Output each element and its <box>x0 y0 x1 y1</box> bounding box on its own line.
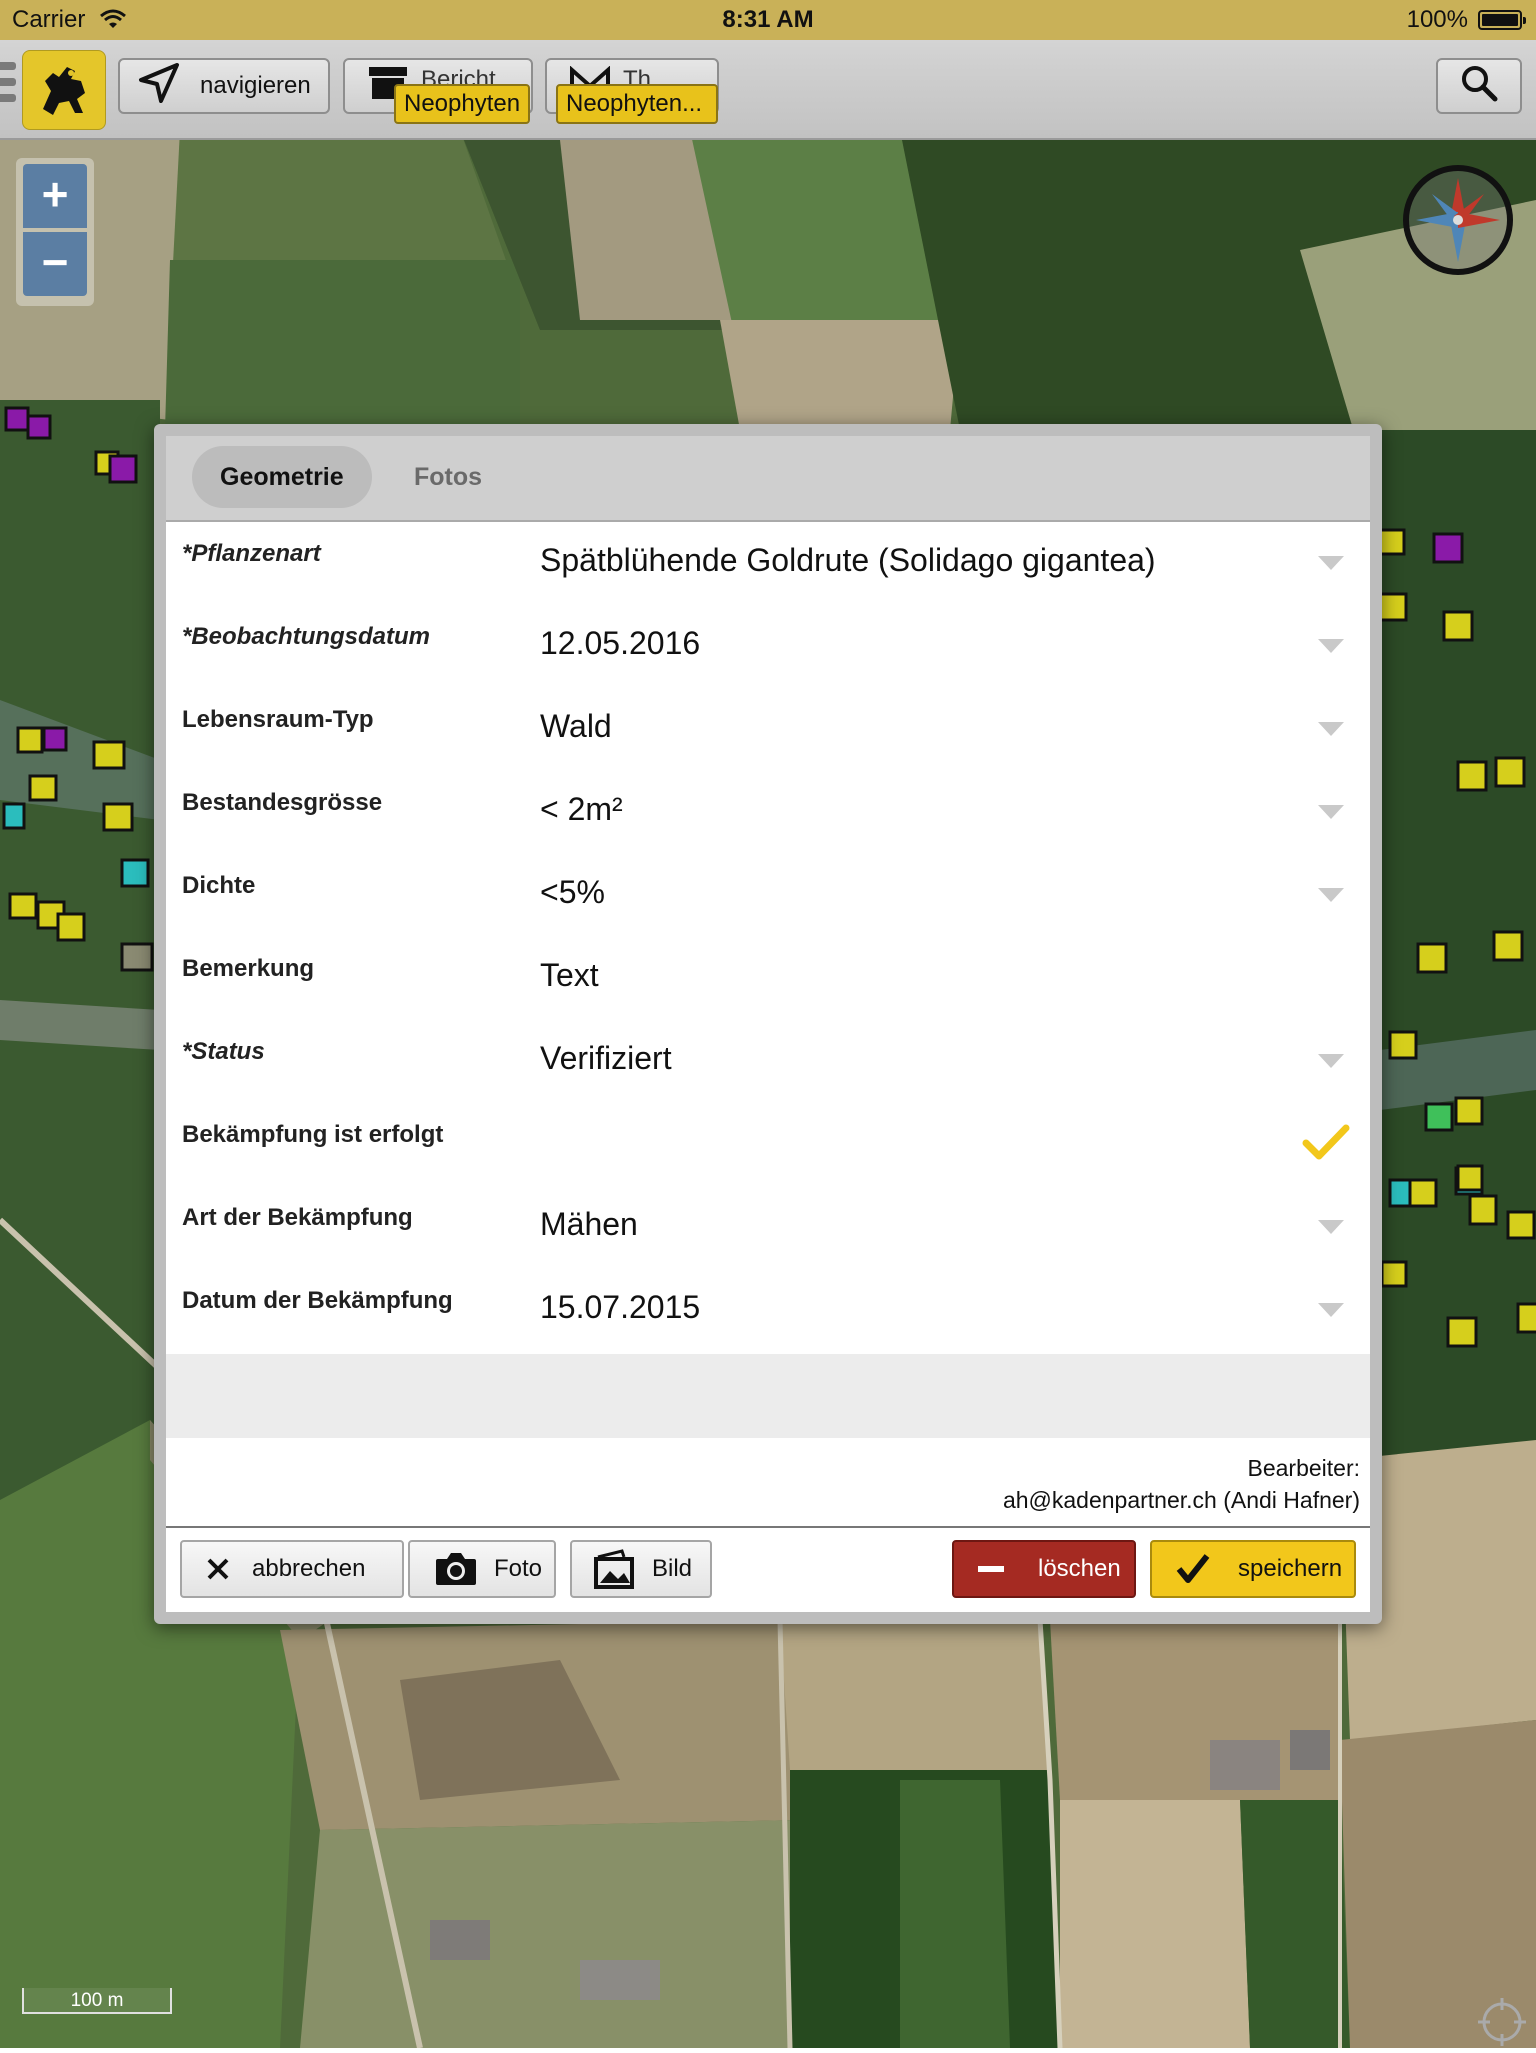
layer-chip-neophyten-more[interactable]: Neophyten... <box>556 84 718 124</box>
delete-label: löschen <box>1038 1555 1121 1582</box>
dialog-tabs: Geometrie Fotos <box>166 436 1370 522</box>
field-value: Mähen <box>540 1206 638 1242</box>
field-beobachtungsdatum[interactable]: *Beobachtungsdatum 12.05.2016 <box>166 605 1370 688</box>
clock: 8:31 AM <box>722 6 814 33</box>
search-icon <box>1460 64 1498 109</box>
status-bar: Carrier 8:31 AM 100% <box>0 0 1536 40</box>
field-value: < 2m² <box>540 791 623 827</box>
field-value: Verifiziert <box>540 1040 672 1076</box>
field-pflanzenart[interactable]: *Pflanzenart Spätblühende Goldrute (Soli… <box>166 522 1370 605</box>
scale-bar: 100 m <box>22 1988 172 2014</box>
zoom-control: + − <box>16 158 94 306</box>
field-label: Datum der Bekämpfung <box>182 1287 453 1314</box>
photo-button[interactable]: Foto <box>408 1540 556 1598</box>
battery-percent: 100% <box>1406 6 1468 33</box>
field-dichte[interactable]: Dichte <5% <box>166 854 1370 937</box>
field-value: 15.07.2015 <box>540 1289 701 1325</box>
field-bestandesgroesse[interactable]: Bestandesgrösse < 2m² <box>166 771 1370 854</box>
checkmark-icon[interactable] <box>1302 1123 1350 1168</box>
delete-button[interactable]: löschen <box>952 1540 1136 1598</box>
field-lebensraum-typ[interactable]: Lebensraum-Typ Wald <box>166 688 1370 771</box>
dialog-body: Geometrie Fotos *Pflanzenart Spätblühend… <box>166 436 1370 1612</box>
save-button[interactable]: speichern <box>1150 1540 1356 1598</box>
field-list: *Pflanzenart Spätblühende Goldrute (Soli… <box>166 522 1370 1352</box>
navigate-arrow-icon <box>138 62 180 111</box>
field-label: Lebensraum-Typ <box>182 706 374 733</box>
save-label: speichern <box>1238 1555 1343 1582</box>
field-value: Wald <box>540 708 612 744</box>
editor-value: ah@kadenpartner.ch (Andi Hafner) <box>1002 1487 1360 1513</box>
field-value[interactable]: Text <box>540 957 599 994</box>
checkmark-icon <box>1176 1553 1210 1585</box>
dropdown-arrow-icon <box>1318 639 1344 653</box>
image-button[interactable]: Bild <box>570 1540 712 1598</box>
battery-icon <box>1478 10 1526 30</box>
image-label: Bild <box>652 1555 693 1582</box>
spacer-band <box>166 1354 1370 1438</box>
zoom-in-button[interactable]: + <box>23 164 87 228</box>
menu-icon[interactable] <box>0 62 16 114</box>
field-label: Bemerkung <box>182 955 315 982</box>
field-status[interactable]: *Status Verifiziert <box>166 1020 1370 1103</box>
canton-logo[interactable] <box>22 50 106 130</box>
dropdown-arrow-icon <box>1318 1220 1344 1234</box>
field-label: Bestandesgrösse <box>182 789 383 816</box>
locate-icon[interactable] <box>1476 1996 1528 2053</box>
field-label: *Pflanzenart <box>182 540 321 567</box>
field-label: *Beobachtungsdatum <box>182 623 431 650</box>
wifi-icon <box>100 8 126 36</box>
layer-chip-neophyten[interactable]: Neophyten <box>394 84 530 124</box>
field-label: Art der Bekämpfung <box>182 1204 413 1231</box>
field-value: Spätblühende Goldrute (Solidago gigantea… <box>540 542 1156 578</box>
field-datum-der-bekaempfung[interactable]: Datum der Bekämpfung 15.07.2015 <box>166 1269 1370 1352</box>
field-art-der-bekaempfung[interactable]: Art der Bekämpfung Mähen <box>166 1186 1370 1269</box>
divider <box>166 1526 1370 1528</box>
dropdown-arrow-icon <box>1318 722 1344 736</box>
tab-fotos[interactable]: Fotos <box>386 446 510 508</box>
compass-icon[interactable] <box>1402 164 1514 281</box>
carrier-label: Carrier <box>12 6 86 33</box>
dropdown-arrow-icon <box>1318 1054 1344 1068</box>
minus-icon <box>978 1565 1004 1573</box>
cancel-label: abbrechen <box>252 1555 366 1582</box>
editor-info: Bearbeiter: ah@kadenpartner.ch (Andi Haf… <box>1003 1452 1360 1516</box>
field-label: Dichte <box>182 872 256 899</box>
tab-geometrie[interactable]: Geometrie <box>192 446 372 508</box>
field-label: Bekämpfung ist erfolgt <box>182 1121 444 1148</box>
field-value: 12.05.2016 <box>540 625 701 661</box>
dropdown-arrow-icon <box>1318 888 1344 902</box>
dropdown-arrow-icon <box>1318 1303 1344 1317</box>
field-bekaempfung-erfolgt[interactable]: Bekämpfung ist erfolgt <box>166 1103 1370 1186</box>
close-icon <box>206 1557 230 1581</box>
dropdown-arrow-icon <box>1318 805 1344 819</box>
zoom-out-button[interactable]: − <box>23 232 87 296</box>
camera-icon <box>434 1551 478 1587</box>
toolbar: navigieren Bericht Th Neophyten Neophyte… <box>0 40 1536 140</box>
search-button[interactable] <box>1436 58 1522 114</box>
observation-dialog: Geometrie Fotos *Pflanzenart Spätblühend… <box>154 424 1382 1624</box>
photo-label: Foto <box>494 1555 543 1582</box>
field-bemerkung[interactable]: Bemerkung Text <box>166 937 1370 1020</box>
navigate-button[interactable]: navigieren <box>118 58 330 114</box>
editor-label: Bearbeiter: <box>1247 1455 1360 1481</box>
gallery-icon <box>592 1549 636 1589</box>
cancel-button[interactable]: abbrechen <box>180 1540 404 1598</box>
field-label: *Status <box>182 1038 265 1065</box>
navigate-label: navigieren <box>200 72 311 99</box>
field-value: <5% <box>540 874 605 910</box>
dropdown-arrow-icon <box>1318 556 1344 570</box>
